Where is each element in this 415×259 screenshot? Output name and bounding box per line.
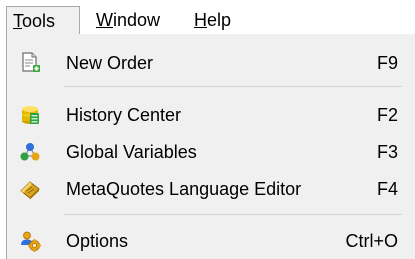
new-order-icon [19, 52, 41, 74]
history-center-icon [19, 104, 41, 126]
menu-window-mnemonic: W [96, 10, 113, 30]
menu-item-shortcut: F3 [376, 142, 398, 162]
tools-dropdown-menu: New Order F9 History Center F2 Global Va… [6, 34, 415, 259]
menu-item-new-order[interactable]: New Order F9 [7, 48, 415, 78]
menu-item-shortcut: F9 [376, 53, 398, 73]
menu-tools-rest: ools [22, 11, 56, 31]
menu-separator [64, 214, 402, 215]
menu-item-label: MetaQuotes Language Editor [66, 179, 302, 199]
menu-item-label: Global Variables [66, 142, 197, 162]
global-variables-icon [19, 141, 41, 163]
menu-item-metaquotes-language-editor[interactable]: MetaQuotes Language Editor F4 [7, 174, 415, 204]
menu-separator [64, 86, 402, 87]
menu-tools[interactable]: Tools [6, 6, 80, 34]
menu-item-label: History Center [66, 105, 182, 125]
menu-help-mnemonic: H [194, 10, 207, 30]
menu-item-label: New Order [66, 53, 154, 73]
menu-help-rest: elp [207, 10, 232, 30]
menu-item-shortcut: F2 [376, 105, 398, 125]
menu-item-shortcut: F4 [376, 179, 398, 199]
menu-window[interactable]: Window [90, 6, 166, 34]
metaeditor-icon [19, 178, 41, 200]
menu-item-shortcut: Ctrl+O [345, 231, 398, 251]
menu-item-options[interactable]: Options Ctrl+O [7, 226, 415, 256]
menu-item-label: Options [66, 231, 129, 251]
menu-tools-mnemonic: T [13, 11, 22, 31]
menu-help[interactable]: Help [188, 6, 237, 34]
options-icon [19, 230, 41, 252]
menu-window-rest: indow [113, 10, 161, 30]
menu-item-history-center[interactable]: History Center F2 [7, 100, 415, 130]
menu-item-global-variables[interactable]: Global Variables F3 [7, 137, 415, 167]
